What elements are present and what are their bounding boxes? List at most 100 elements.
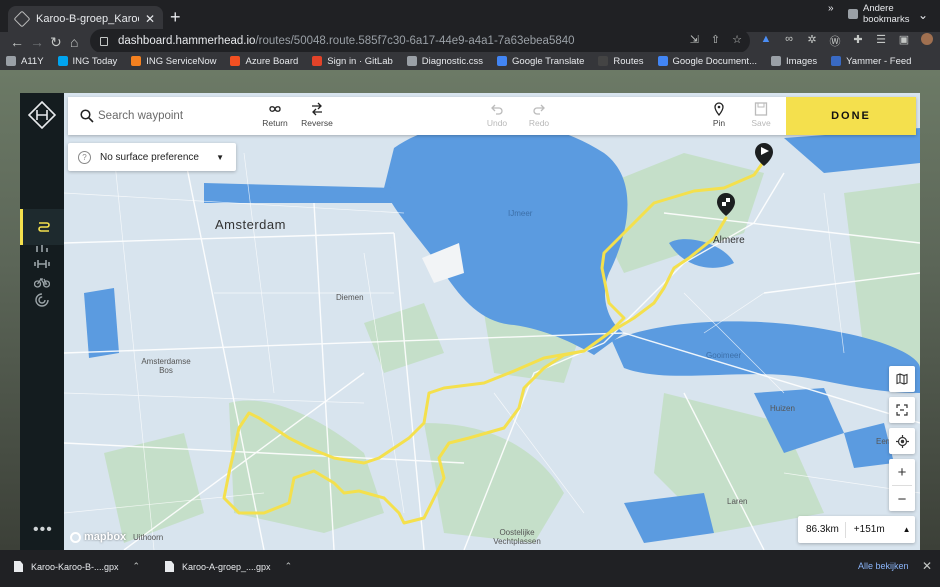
bookmarks-more-icon[interactable]: » [828,3,834,14]
globe-icon [771,56,781,66]
lock-icon [100,36,108,46]
sidebar-more-icon[interactable]: ••• [33,521,53,539]
route-icon [37,222,50,232]
map-label-ijmeer: IJmeer [508,209,533,218]
map-label-amsterdam: Amsterdam [215,217,286,232]
zoom-out-button[interactable]: − [889,486,915,512]
undo-icon [491,104,503,115]
map-label-huizen: Huizen [770,404,795,413]
map-label-gooimeer: Gooimeer [706,351,742,360]
browser-toolbar: ← → ↻ ⌂ dashboard.hammerhead.io /routes/… [0,29,940,53]
download-item-2[interactable]: Karoo-A-groep_....gpx ⌃ [165,561,292,572]
bookmark-label: A11Y [21,55,44,67]
mapbox-label: mapbox [84,531,127,543]
profile-avatar[interactable] [921,33,933,45]
extension-glasses-icon[interactable]: ∞ [783,33,795,49]
other-bookmarks[interactable]: Andere bookmarks [848,3,940,25]
bookmark-star-icon[interactable]: ☆ [732,33,742,46]
dumbbell-icon [34,260,50,268]
share-icon[interactable]: ⇧ [711,33,720,46]
chevron-up-icon[interactable]: ⌃ [133,561,141,572]
bookmark-item[interactable]: Yammer - Feed [831,56,911,67]
route-stats-panel[interactable]: 86.3km +151m ▲ [798,516,915,543]
back-arrow-icon[interactable]: ← [10,33,24,51]
bookmark-label: Images [786,55,818,67]
bookmark-item[interactable]: Sign in · GitLab [312,56,393,67]
bookmark-label: ING ServiceNow [146,55,217,67]
surface-preference-select[interactable]: ? No surface preference ▼ [68,143,236,171]
windows-icon [230,56,241,66]
surface-preference-value: No surface preference [100,151,199,163]
sidebar-item-activity[interactable] [20,282,64,318]
yammer-icon [831,56,842,66]
download-filename: Karoo-A-groep_....gpx [182,561,271,572]
help-question-icon[interactable]: ? [78,150,91,164]
hammerhead-logo-icon[interactable] [28,101,56,129]
bookmark-item[interactable]: Azure Board [230,56,298,67]
map-label-almere: Almere [713,235,745,246]
app-sidebar: ••• [20,93,64,550]
tab-title: Karoo-B-groep_Karoo-Ronde... [36,13,139,25]
bookmark-label: Routes [613,55,644,67]
mapbox-attribution[interactable]: mapbox [70,531,126,543]
map-label-diemen: Diemen [336,293,364,302]
home-icon[interactable]: ⌂ [70,33,78,51]
save-button[interactable]: Save [738,102,784,128]
search-waypoint-input[interactable] [98,105,258,127]
locate-me-button[interactable] [889,428,915,454]
reverse-label: Reverse [301,118,333,128]
new-tab-button[interactable]: + [170,7,181,28]
bookmark-item[interactable]: Images [771,56,817,67]
hammerhead-icon [598,56,609,66]
close-downloads-icon[interactable]: ✕ [922,559,932,573]
windows-icon [57,56,68,66]
expand-caret-icon[interactable]: ▲ [903,525,911,534]
zoom-controls: + − [889,459,915,511]
bookmark-item[interactable]: ING Today [57,56,117,67]
reverse-button[interactable]: Reverse [294,102,340,128]
sidebar-item-workouts[interactable] [20,246,64,282]
redo-button[interactable]: Redo [516,102,562,128]
address-bar[interactable]: dashboard.hammerhead.io /routes/50048.ro… [90,29,750,53]
reload-icon[interactable]: ↻ [50,33,62,51]
zoom-in-button[interactable]: + [889,459,915,485]
downloads-bar: Karoo-Karoo-B-....gpx ⌃ Karoo-A-groep_..… [0,550,940,587]
translate-icon [497,56,508,66]
bookmark-label: Diagnostic.css [421,55,484,67]
return-button[interactable]: Return [252,102,298,128]
install-app-icon[interactable]: ⇲ [690,33,699,46]
undo-button[interactable]: Undo [474,102,520,128]
file-icon [165,561,174,572]
return-loop-icon [269,106,281,112]
bookmark-item[interactable]: Google Document... [657,56,757,67]
bookmark-label: Yammer - Feed [846,55,912,67]
sidebar-item-routes[interactable] [20,209,64,245]
bookmark-item[interactable]: A11Y [6,56,44,67]
bookmark-item[interactable]: Google Translate [497,56,584,67]
chevron-up-icon[interactable]: ⌃ [285,561,293,572]
pin-icon [714,102,724,116]
map-label-laren: Laren [727,497,748,506]
route-editor-toolbar: Return Reverse Undo Redo Pin Save DONE [68,97,916,135]
map-style-button[interactable] [889,366,915,392]
extensions-puzzle-icon[interactable]: ✚ [852,33,864,49]
download-item-1[interactable]: Karoo-Karoo-B-....gpx ⌃ [14,561,140,572]
bookmark-item[interactable]: ING ServiceNow [131,56,216,67]
show-all-downloads-link[interactable]: Alle bekijken [858,561,909,571]
map-layers-icon [896,373,908,385]
fit-route-button[interactable] [889,397,915,423]
bookmark-item[interactable]: Diagnostic.css [406,55,484,67]
side-panel-icon[interactable]: ▣ [898,33,910,49]
bookmark-label: Google Translate [512,55,585,67]
pin-button[interactable]: Pin [696,102,742,128]
tab-close-icon[interactable]: ✕ [145,12,155,26]
extension-gear-icon[interactable]: ✲ [806,33,818,49]
hammerhead-favicon-icon [13,10,31,28]
reading-list-icon[interactable]: ☰ [875,33,887,49]
bookmark-item[interactable]: Routes [598,55,644,67]
forward-arrow-icon[interactable]: → [30,33,44,51]
extension-wordpress-icon[interactable]: Ⓦ [829,33,841,49]
save-disk-icon [754,102,768,116]
extension-triangle-icon[interactable]: ▲ [760,33,772,49]
done-button[interactable]: DONE [786,97,916,135]
